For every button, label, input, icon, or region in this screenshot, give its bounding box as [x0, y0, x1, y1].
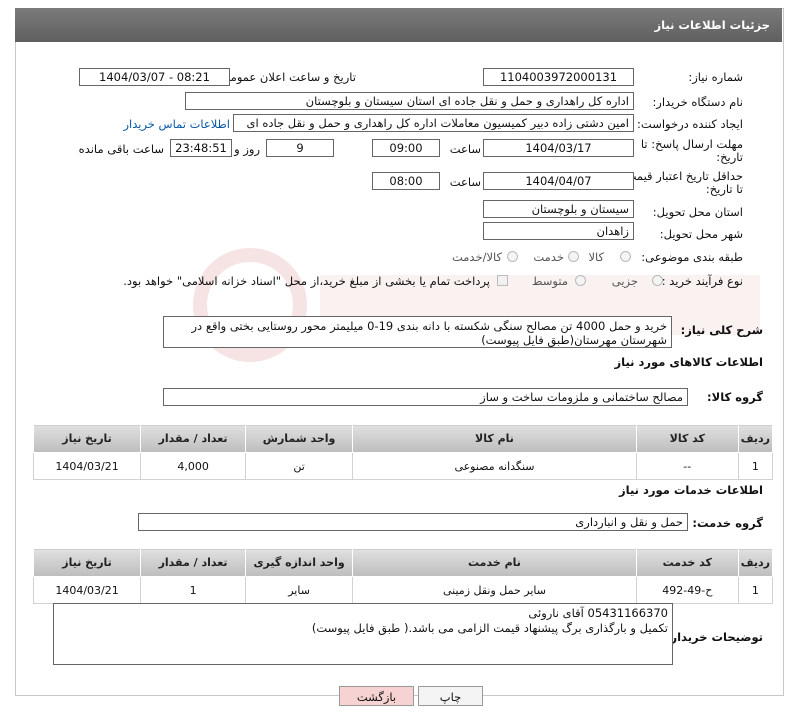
table-row: 1 ح-49-492 سایر حمل ونقل زمینی سایر 1 14…	[32, 576, 774, 604]
goods-cell-name: سنگدانه مصنوعی	[352, 452, 637, 480]
goods-cell-code: --	[635, 452, 739, 480]
process-option-medium: متوسط	[531, 274, 568, 288]
days-label: روز و	[234, 142, 260, 156]
days-remaining-field: 9	[266, 139, 334, 157]
services-col-unit: واحد اندازه گیری	[245, 548, 354, 577]
process-option-minor: جزیی	[611, 274, 638, 288]
city-label: شهر محل تحویل:	[659, 227, 743, 241]
back-button[interactable]: بازگشت	[339, 686, 414, 706]
contact-buyer-link[interactable]: اطلاعات تماس خریدار	[123, 117, 230, 131]
services-col-qty: تعداد / مقدار	[140, 548, 247, 577]
buyer-notes-line2: تکمیل و بارگذاری برگ پیشنهاد قیمت الزامی…	[311, 621, 668, 635]
services-group-field: حمل و نقل و انبارداری	[138, 513, 688, 531]
goods-table: ردیف کد کالا نام کالا واحد شمارش تعداد /…	[32, 424, 774, 480]
buyer-org-label: نام دستگاه خریدار:	[652, 95, 743, 109]
buyer-notes-field: 05431166370 آقای ناروئی تکمیل و بارگذاری…	[53, 603, 673, 665]
category-option-goods: کالا	[588, 250, 604, 264]
services-cell-date: 1404/03/21	[32, 576, 142, 604]
goods-col-row: ردیف	[737, 424, 774, 453]
goods-group-field: مصالح ساختمانی و ملزومات ساخت و ساز	[163, 388, 688, 406]
announce-label: تاریخ و ساعت اعلان عمومی:	[217, 70, 356, 84]
need-number-label: شماره نیاز:	[688, 70, 743, 84]
goods-table-header: ردیف کد کالا نام کالا واحد شمارش تعداد /…	[32, 424, 774, 453]
services-group-label: گروه خدمت:	[692, 516, 763, 530]
category-option-service: خدمت	[533, 250, 564, 264]
services-cell-row: 1	[737, 576, 774, 604]
services-cell-name: سایر حمل ونقل زمینی	[352, 576, 637, 604]
services-col-date: تاریخ نیاز	[32, 548, 142, 577]
goods-section-title: اطلاعات کالاهای مورد نیاز	[614, 355, 763, 369]
process-radio-medium[interactable]	[575, 275, 586, 286]
services-cell-unit: سایر	[245, 576, 354, 604]
goods-group-label: گروه کالا:	[707, 390, 763, 404]
remaining-time-field: 23:48:51	[170, 139, 232, 157]
remaining-label: ساعت باقی مانده	[78, 142, 164, 156]
validity-date-field: 1404/04/07	[483, 172, 634, 190]
deadline-label-date: تاریخ:	[716, 150, 743, 164]
description-label: شرح کلی نیاز:	[680, 323, 763, 337]
category-radio-goods[interactable]	[620, 251, 631, 262]
services-table: ردیف کد خدمت نام خدمت واحد اندازه گیری ت…	[32, 548, 774, 604]
category-radio-service[interactable]	[568, 251, 579, 262]
validity-label-date: تا تاریخ:	[705, 182, 743, 196]
services-cell-qty: 1	[140, 576, 247, 604]
treasury-note: پرداخت تمام یا بخشی از مبلغ خرید،از محل …	[123, 274, 490, 288]
services-cell-code: ح-49-492	[635, 576, 739, 604]
goods-col-code: کد کالا	[635, 424, 739, 453]
category-radio-goods-service[interactable]	[507, 251, 518, 262]
province-field: سیستان و بلوچستان	[483, 200, 634, 218]
goods-cell-qty: 4,000	[140, 452, 247, 480]
validity-time-label: ساعت	[449, 175, 481, 189]
goods-cell-date: 1404/03/21	[32, 452, 142, 480]
services-section-title: اطلاعات خدمات مورد نیاز	[619, 483, 763, 497]
goods-col-qty: تعداد / مقدار	[140, 424, 247, 453]
goods-col-date: تاریخ نیاز	[32, 424, 142, 453]
table-row: 1 -- سنگدانه مصنوعی تن 4,000 1404/03/21	[32, 452, 774, 480]
buyer-notes-line1: 05431166370 آقای ناروئی	[528, 606, 668, 620]
goods-col-name: نام کالا	[352, 424, 637, 453]
buyer-org-field: اداره کل راهداری و حمل و نقل جاده ای است…	[185, 92, 634, 110]
goods-cell-unit: تن	[245, 452, 354, 480]
goods-col-unit: واحد شمارش	[245, 424, 354, 453]
validity-time-field: 08:00	[372, 172, 440, 190]
need-number-field: 1104003972000131	[483, 68, 634, 86]
process-label: نوع فرآیند خرید :	[661, 274, 743, 288]
panel-title: جزئیات اطلاعات نیاز	[654, 18, 770, 32]
services-table-header: ردیف کد خدمت نام خدمت واحد اندازه گیری ت…	[32, 548, 774, 577]
creator-label: ایجاد کننده درخواست:	[637, 117, 743, 131]
announce-field: 1404/03/07 - 08:21	[79, 68, 230, 86]
process-radio-minor[interactable]	[652, 275, 663, 286]
services-col-name: نام خدمت	[352, 548, 637, 577]
category-option-goods-service: کالا/خدمت	[451, 250, 502, 264]
panel-header: جزئیات اطلاعات نیاز	[15, 8, 782, 42]
treasury-checkbox[interactable]	[497, 275, 508, 286]
deadline-date-field: 1404/03/17	[483, 139, 634, 157]
buyer-notes-label: توضیحات خریدار:	[665, 630, 763, 644]
services-col-row: ردیف	[737, 548, 774, 577]
services-col-code: کد خدمت	[635, 548, 739, 577]
category-label: طبقه بندی موضوعی:	[641, 250, 743, 264]
deadline-label: مهلت ارسال پاسخ: تا	[640, 137, 743, 151]
goods-cell-row: 1	[737, 452, 774, 480]
creator-field: امین دشتی زاده دبیر کمیسیون معاملات ادار…	[233, 114, 634, 132]
description-field: خرید و حمل 4000 تن مصالح سنگی شکسته با د…	[163, 316, 672, 348]
province-label: استان محل تحویل:	[652, 205, 743, 219]
deadline-time-field: 09:00	[372, 139, 440, 157]
city-field: زاهدان	[483, 222, 634, 240]
deadline-time-label: ساعت	[449, 142, 481, 156]
print-button[interactable]: چاپ	[418, 686, 483, 706]
validity-label: حداقل تاریخ اعتبار قیمت:	[621, 169, 743, 183]
